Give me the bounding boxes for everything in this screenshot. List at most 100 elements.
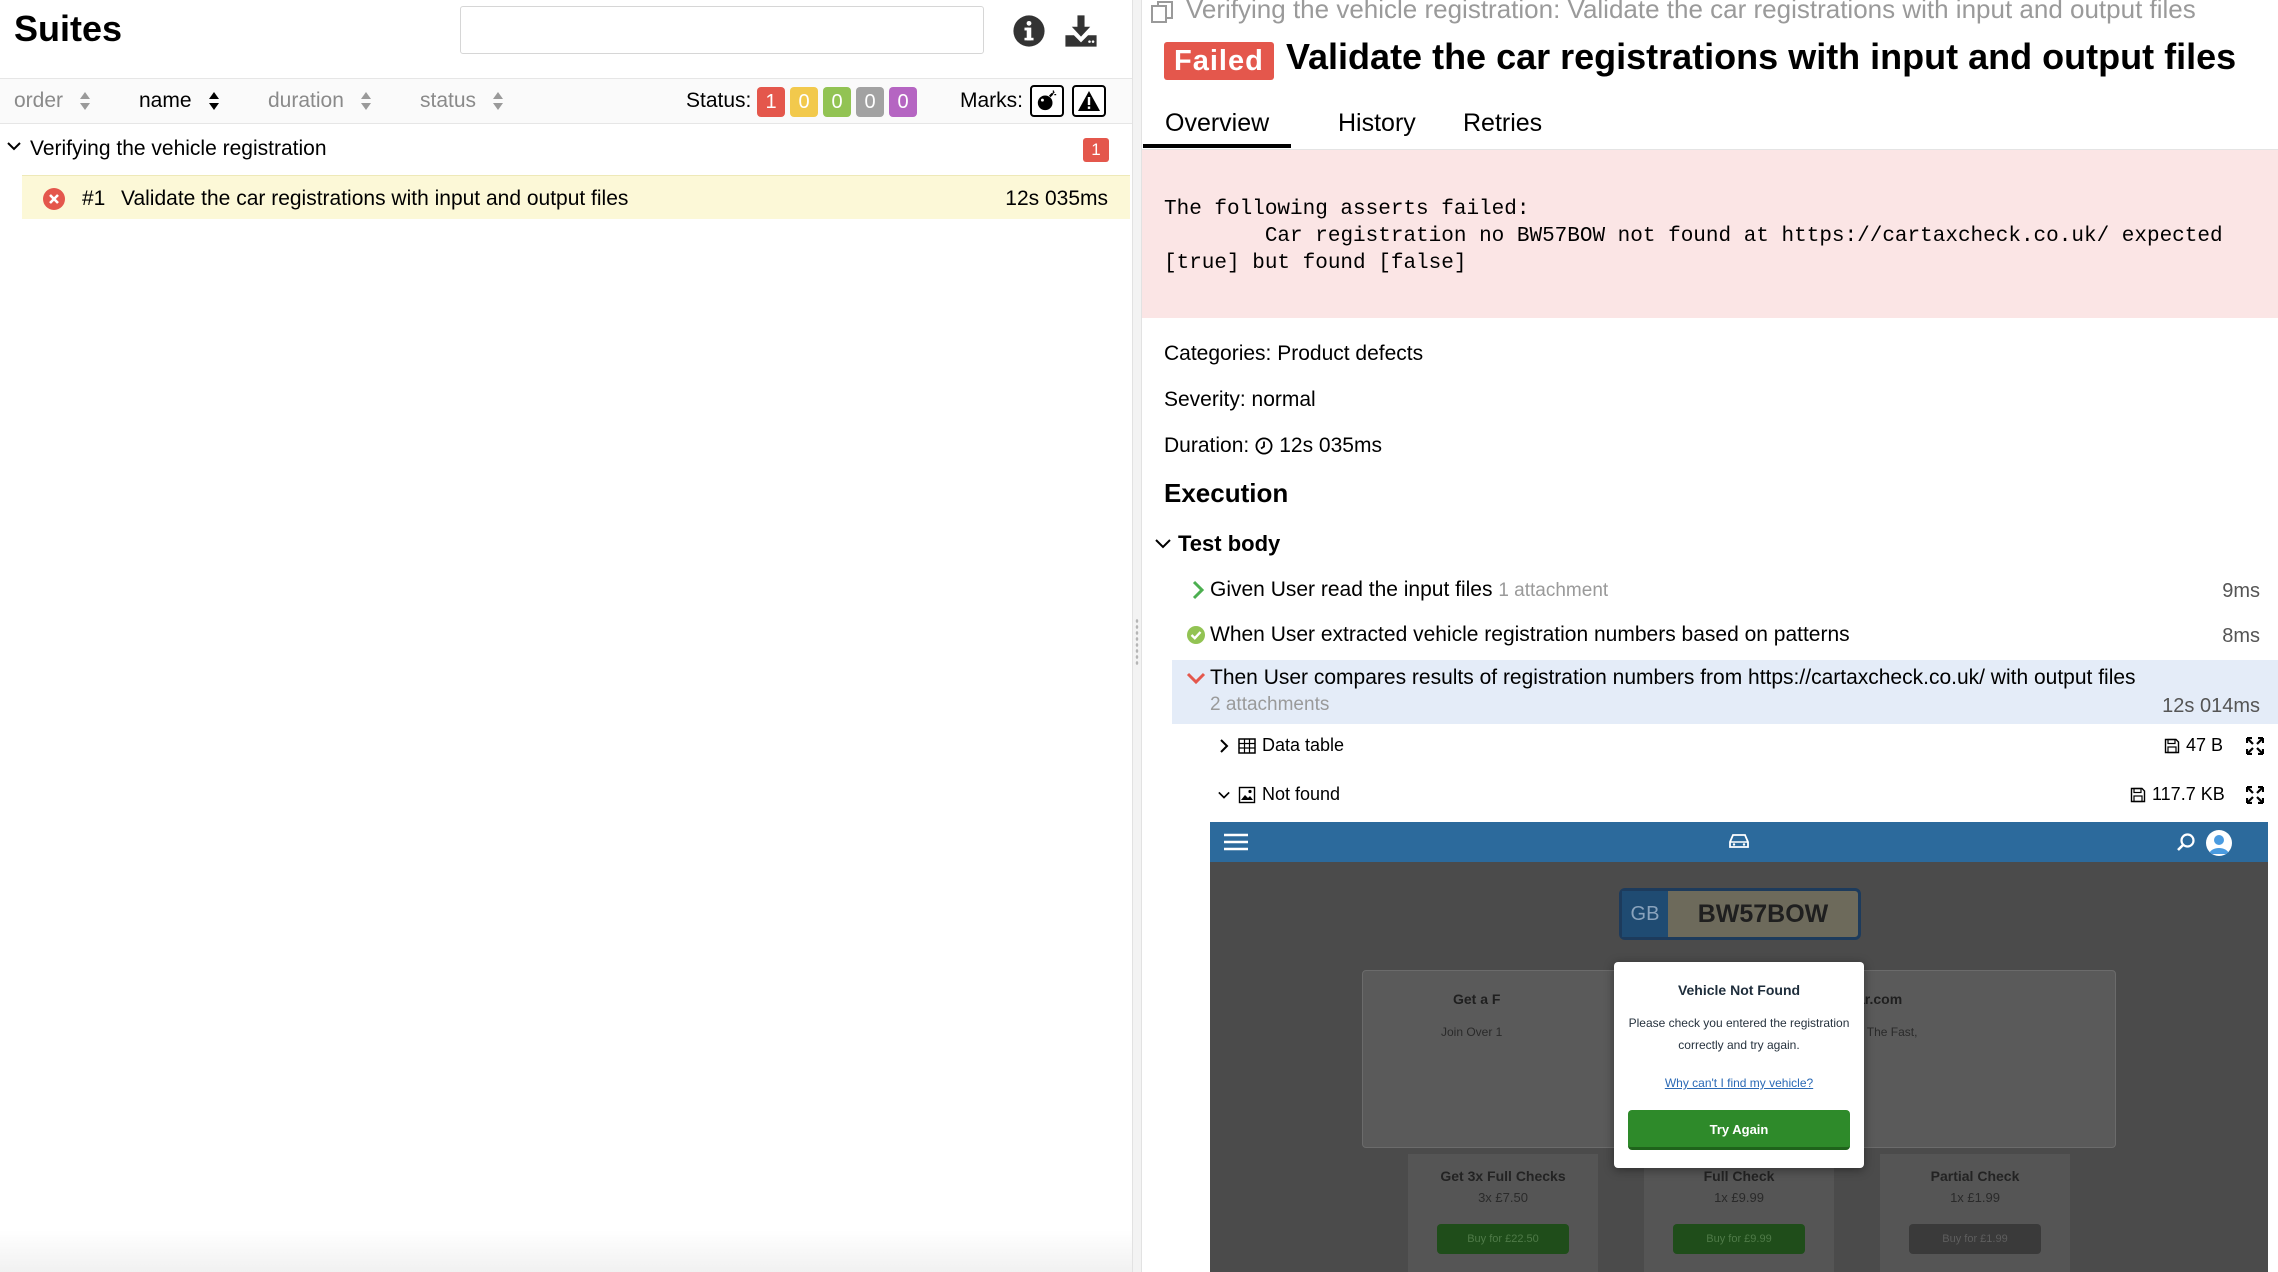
status-passed-badge[interactable]: 0 [823,87,851,117]
step-row[interactable]: When User extracted vehicle registration… [1142,621,2278,651]
sort-by-name[interactable]: name [139,89,220,113]
promo-card-text: Join Over 1 [1441,1025,1503,1039]
test-detail-pane: Verifying the vehicle registration: Vali… [1142,0,2278,1272]
save-icon [2130,787,2146,802]
step-attachment-count: 1 attachment [1498,580,1609,601]
expand-icon[interactable] [2246,737,2264,755]
known-issue-mark-toggle[interactable] [1072,85,1106,117]
sort-label: name [139,89,192,112]
image-icon [1238,786,1256,804]
step-row[interactable]: Given User read the input files 1 attach… [1142,576,2278,606]
sort-label: status [420,89,477,112]
status-broken-badge[interactable]: 0 [790,87,818,117]
sort-arrows-icon [208,92,219,110]
plate-registration: BW57BOW [1697,900,1829,928]
expand-icon[interactable] [2246,786,2264,804]
sort-by-order[interactable]: order [14,89,91,113]
download-icon[interactable] [1064,14,1098,48]
check-circle-icon [1187,626,1205,644]
promo-card-text: g The Fast, [1857,1025,1918,1039]
tab-overview[interactable]: Overview [1143,106,1292,148]
modal-help-link: Why can't I find my vehicle? [1664,1076,1814,1090]
info-icon[interactable] [1012,14,1046,48]
step-label: When User extracted vehicle registration… [1210,623,1850,646]
step-label: Given User read the input files [1210,578,1493,601]
error-message-box: The following asserts failed: Car regist… [1142,150,2278,318]
status-badge: Failed [1164,42,1274,80]
sort-by-status[interactable]: status [420,89,504,113]
test-duration: 12s 035ms [1005,187,1108,210]
duration-row: Duration: 12s 035ms [1164,434,1382,458]
test-index: #1 [82,187,106,210]
buy-button: Buy for £1.99 [1909,1224,2041,1254]
attachment-size: 47 B [2164,735,2223,756]
bomb-icon [1037,90,1057,111]
registration-plate: GB BW57BOW [1619,888,1861,940]
suites-title: Suites [14,8,123,49]
attachment-name: Not found [1262,784,1341,804]
test-case-row[interactable]: #1 Validate the car registrations with i… [22,175,1130,219]
car-icon [1729,834,1749,848]
table-icon [1238,738,1256,754]
user-icon [2206,830,2232,856]
severity: Severity: normal [1164,388,1316,411]
error-message: The following asserts failed: Car regist… [1164,198,2223,275]
buy-button: Buy for £9.99 [1673,1224,1805,1254]
suite-name: Verifying the vehicle registration [30,137,327,160]
step-row-expanded[interactable]: Then User compares results of registrati… [1142,664,2278,724]
price-option: Partial Check 1x £1.99 Buy for £1.99 [1880,1154,2070,1272]
status-unknown-badge[interactable]: 0 [889,87,917,117]
chevron-right-icon [1220,739,1229,753]
test-body-label[interactable]: Test body [1178,531,1280,557]
flaky-mark-toggle[interactable] [1030,85,1064,117]
price-option: Full Check 1x £9.99 Buy for £9.99 [1644,1154,1834,1272]
chevron-down-icon [7,142,21,151]
status-failed-badge[interactable]: 1 [757,87,785,117]
step-duration: 12s 014ms [2162,695,2260,717]
pane-splitter[interactable] [1132,0,1142,1272]
sort-bar: order name duration status Status: 1 0 0… [0,78,1132,124]
step-attachment-count: 2 attachments [1210,694,1330,715]
test-name: Validate the car registrations with inpu… [121,187,629,210]
suite-group-row[interactable]: Verifying the vehicle registration 1 [0,128,1132,170]
splitter-grip[interactable] [1135,618,1139,666]
categories: Categories: Product defects [1164,342,1424,365]
sort-by-duration[interactable]: duration [268,89,372,113]
price-title: Full Check [1703,1168,1775,1184]
price-title: Partial Check [1930,1168,2020,1184]
copy-icon[interactable] [1150,0,1176,24]
duration-label: Duration: [1164,434,1250,457]
attachment-row-expanded[interactable]: Not found 117.7 KB [1142,780,2278,810]
price-amount: 1x £1.99 [1950,1190,2000,1205]
warning-icon [1078,91,1100,111]
chevron-right-icon [1192,580,1205,600]
step-duration: 8ms [2222,625,2260,647]
suite-failed-count: 1 [1083,138,1109,162]
buy-button: Buy for £22.50 [1437,1224,1569,1254]
page-title: Validate the car registrations with inpu… [1286,36,2237,77]
sort-label: order [14,89,64,112]
modal-message: Please check you entered the registratio… [1628,1016,1850,1052]
search-input[interactable] [460,6,984,54]
attachment-size: 117.7 KB [2130,784,2225,805]
modal-title: Vehicle Not Found [1677,982,1801,998]
attachment-size-value: 117.7 KB [2152,784,2225,804]
price-option: Get 3x Full Checks 3x £7.50 Buy for £22.… [1408,1154,1598,1272]
attachment-size-value: 47 B [2186,735,2224,755]
status-filter-label: Status: [686,89,752,112]
sort-arrows-icon [360,92,371,110]
attachment-name: Data table [1262,735,1345,755]
chevron-down-icon [1186,672,1206,685]
hamburger-menu-icon [1224,833,1248,851]
step-label: Then User compares results of registrati… [1210,666,2136,689]
duration-value: 12s 035ms [1279,434,1382,457]
try-again-button: Try Again [1628,1110,1850,1150]
tab-history[interactable]: History [1316,106,1438,148]
detail-tabs: Overview History Retries [1142,98,2278,150]
sort-label: duration [268,89,344,112]
attachment-row[interactable]: Data table 47 B [1142,731,2278,761]
chevron-down-icon[interactable] [1154,536,1172,552]
tab-retries[interactable]: Retries [1441,106,1564,148]
breadcrumb: Verifying the vehicle registration: Vali… [1186,0,2196,24]
status-skipped-badge[interactable]: 0 [856,87,884,117]
